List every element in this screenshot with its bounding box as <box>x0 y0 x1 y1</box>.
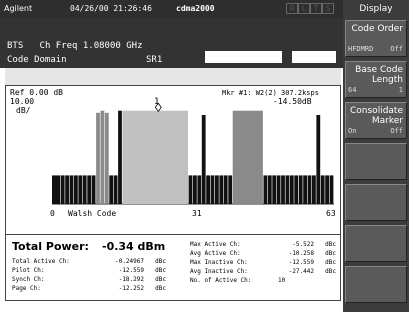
marker-readout: Mkr #1: W2(2) 307.2ksps <box>222 89 319 97</box>
result-row: Pilot Ch: -12.559 dBc <box>12 267 166 274</box>
code-bar-9 <box>96 112 100 204</box>
scale-value: 10.00 <box>10 97 34 106</box>
code-bar-24 <box>223 175 228 204</box>
code-bar-40 <box>320 175 325 204</box>
result-row: Synch Ch: -18.292 dBc <box>12 276 166 283</box>
channel-frequency: Ch Freq 1.08000 GHz <box>39 41 143 51</box>
code-bar-28 <box>267 175 272 204</box>
measurement-header: BTS Ch Freq 1.08000 GHz Code Domain SR1 <box>0 18 343 68</box>
indicator-l: L <box>298 3 310 14</box>
code-order-softkey[interactable]: Code Order HFDMRD Off <box>345 20 407 57</box>
code-bar-13 <box>113 175 118 204</box>
code-bar-8 <box>91 175 96 204</box>
code-bar-12 <box>109 175 114 204</box>
code-domain-chart: Ref 0.00 dB 10.00 dB/ Mkr #1: W2(2) 307.… <box>10 88 336 218</box>
standard-label: cdma2000 <box>176 4 215 13</box>
code-bar-33 <box>289 175 294 204</box>
header-field-2 <box>292 51 336 63</box>
header-band <box>5 68 341 85</box>
code-bar-29 <box>272 175 277 204</box>
x-tick-start: 0 <box>50 209 55 218</box>
code-bar-30 <box>276 175 281 204</box>
x-axis-label: Walsh Code <box>68 209 116 218</box>
code-bar-34 <box>294 175 299 204</box>
status-indicators: R L T S <box>286 3 334 14</box>
result-row: Page Ch: -12.252 dBc <box>12 285 166 292</box>
agilent-logo: Agilent <box>4 4 33 13</box>
result-row: Total Active Ch: -0.24967 dBc <box>12 258 166 265</box>
result-row: Avg Active Ch: -10.258 dBc <box>190 250 336 257</box>
x-tick-mid: 31 <box>192 209 202 218</box>
scale-unit: dB/ <box>16 106 31 115</box>
result-row: Max Inactive Ch: -12.559 dBc <box>190 259 336 266</box>
code-bar-32 <box>285 175 290 204</box>
marker-value: -14.50dB <box>273 97 312 106</box>
consolidate-marker-softkey[interactable]: Consolidate Marker On Off <box>345 102 407 139</box>
datetime: 04/26/00 21:26:46 <box>70 4 152 13</box>
result-row: Avg Inactive Ch: -27.442 dBc <box>190 268 336 275</box>
code-bar-31 <box>281 175 285 204</box>
softkey-5[interactable] <box>345 184 407 221</box>
code-bar-18 <box>197 175 202 204</box>
code-bar-2 <box>65 175 69 204</box>
results-panel: Total Power: -0.34 dBm Total Active Ch: … <box>5 235 341 301</box>
code-bar-37 <box>307 175 312 204</box>
code-bar-19 <box>201 115 206 204</box>
ref-level-label: Ref 0.00 dB <box>10 88 63 97</box>
code-bar-15 <box>122 110 188 204</box>
result-row: Max Active Ch: -5.522 dBc <box>190 241 336 248</box>
softkey-6[interactable] <box>345 225 407 262</box>
indicator-t: T <box>310 3 322 14</box>
code-bar-17 <box>193 175 197 204</box>
code-bar-10 <box>100 110 105 204</box>
total-power-value: -0.34 dBm <box>102 240 166 253</box>
code-bar-23 <box>219 175 224 204</box>
code-bar-7 <box>87 175 92 204</box>
indicator-s: S <box>322 3 334 14</box>
code-bar-5 <box>78 175 83 204</box>
code-bar-39 <box>316 115 321 204</box>
base-code-length-softkey[interactable]: Base Code Length 64 1 <box>345 61 407 98</box>
code-bar-0 <box>52 175 61 204</box>
code-bar-6 <box>82 175 87 204</box>
code-bar-20 <box>206 175 210 204</box>
code-bar-42 <box>329 175 334 204</box>
softkey-panel: Display Code Order HFDMRD Off Base Code … <box>343 0 409 312</box>
code-bar-3 <box>69 175 74 204</box>
header-field <box>205 51 282 63</box>
menu-title: Display <box>343 0 409 18</box>
code-bar-1 <box>60 175 65 204</box>
code-bar-22 <box>215 175 219 204</box>
measurement-name: Code Domain <box>7 55 67 65</box>
code-bar-16 <box>188 175 193 204</box>
code-bar-27 <box>263 175 268 204</box>
code-bar-14 <box>118 110 122 204</box>
code-bar-38 <box>312 175 316 204</box>
title-bar: Agilent 04/26/00 21:26:46 cdma2000 R L T… <box>0 0 343 18</box>
code-bar-41 <box>325 175 329 204</box>
softkey-7[interactable] <box>345 266 407 303</box>
code-bar-21 <box>210 175 215 204</box>
code-bar-26 <box>232 110 263 204</box>
result-row: No. of Active Ch: 10 <box>190 277 286 284</box>
code-domain-plot: Ref 0.00 dB 10.00 dB/ Mkr #1: W2(2) 307.… <box>5 85 341 235</box>
total-power-label: Total Power: <box>12 240 89 253</box>
softkey-4[interactable] <box>345 143 407 180</box>
spreading-rate: SR1 <box>146 55 163 65</box>
mode-label: BTS Ch Freq 1.08000 GHz <box>7 41 143 51</box>
indicator-r: R <box>286 3 298 14</box>
code-bar-4 <box>74 175 78 204</box>
code-bar-35 <box>298 175 303 204</box>
code-bar-36 <box>303 175 307 204</box>
code-bar-11 <box>104 112 109 204</box>
code-bar-25 <box>228 175 233 204</box>
x-tick-end: 63 <box>326 209 336 218</box>
